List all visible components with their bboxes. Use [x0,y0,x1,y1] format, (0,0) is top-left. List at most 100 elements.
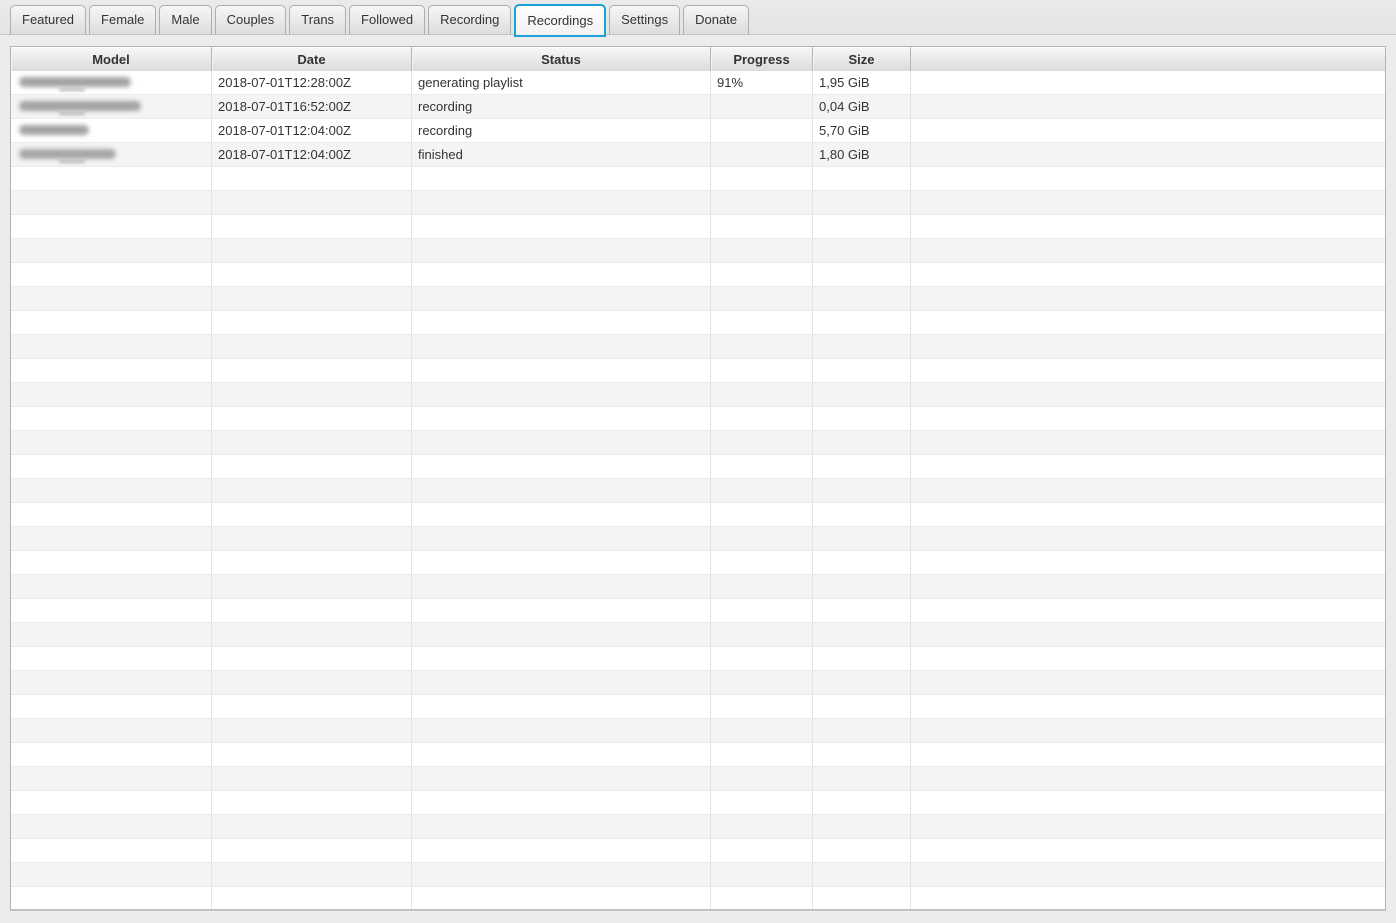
empty-cell [711,719,813,743]
empty-cell [911,671,1385,695]
tab-recordings[interactable]: Recordings [514,4,607,37]
empty-cell [911,647,1385,671]
empty-cell [813,887,911,909]
status-cell: generating playlist [412,71,711,95]
empty-cell [212,167,412,191]
empty-cell [911,863,1385,887]
empty-cell [212,479,412,503]
redacted-model-name [19,77,131,87]
empty-cell [412,287,711,311]
empty-cell [911,527,1385,551]
empty-cell [412,359,711,383]
empty-cell [813,551,911,575]
empty-cell [412,503,711,527]
tab-bar: Featured Female Male Couples Trans Followed Re… [0,0,1396,37]
empty-cell [11,311,212,335]
empty-cell [11,431,212,455]
tab-female[interactable]: Female [89,5,157,35]
empty-cell [911,287,1385,311]
redacted-model-name-smudge [59,88,85,91]
empty-cell [412,599,711,623]
tab-recording[interactable]: Recording [428,5,512,35]
empty-cell [813,815,911,839]
empty-cell [813,431,911,455]
tab-label: Recording [440,12,500,27]
empty-cell [813,263,911,287]
empty-cell [911,407,1385,431]
tab-label: Couples [226,12,275,27]
column-header-label: Date [297,51,326,67]
table-row[interactable]: 2018-07-01T16:52:00Z recording 0,04 GiB [11,95,1385,119]
empty-cell [911,743,1385,767]
empty-cell [412,719,711,743]
status-cell: finished [412,143,711,167]
empty-cell [412,335,711,359]
empty-cell [911,335,1385,359]
empty-row [11,575,1385,599]
column-header-model[interactable]: Model [11,47,212,71]
progress-cell [711,119,813,143]
tab-trans[interactable]: Trans [289,5,347,35]
empty-cell [711,743,813,767]
empty-cell [11,551,212,575]
empty-cell [11,815,212,839]
empty-row [11,623,1385,647]
empty-cell [813,671,911,695]
tab-settings[interactable]: Settings [609,5,681,35]
empty-cell [11,527,212,551]
tab-label: Settings [621,12,669,27]
size-cell: 0,04 GiB [813,95,911,119]
tab-followed[interactable]: Followed [349,5,426,35]
empty-cell [711,359,813,383]
empty-cell [813,695,911,719]
column-header-date[interactable]: Date [212,47,412,71]
empty-cell [11,791,212,815]
column-header-status[interactable]: Status [412,47,711,71]
empty-cell [813,527,911,551]
tab-male[interactable]: Male [159,5,212,35]
empty-cell [11,239,212,263]
column-header-filler [911,47,1385,71]
empty-cell [11,383,212,407]
empty-cell [911,695,1385,719]
table-body: 2018-07-01T12:28:00Z generating playlist 9… [11,71,1385,909]
empty-cell [11,839,212,863]
empty-cell [911,479,1385,503]
empty-cell [813,503,911,527]
empty-cell [711,455,813,479]
empty-cell [11,623,212,647]
empty-cell [212,815,412,839]
empty-row [11,239,1385,263]
empty-cell [212,239,412,263]
tab-couples[interactable]: Couples [214,5,287,35]
table-row[interactable]: 2018-07-01T12:28:00Z generating playlist 9… [11,71,1385,95]
empty-cell [711,263,813,287]
empty-row [11,815,1385,839]
empty-cell [911,887,1385,909]
table-row[interactable]: 2018-07-01T12:04:00Z finished 1,80 GiB [11,143,1385,167]
empty-row [11,263,1385,287]
table-row[interactable]: 2018-07-01T12:04:00Z recording 5,70 GiB [11,119,1385,143]
empty-cell [711,887,813,909]
tab-featured[interactable]: Featured [10,5,87,35]
empty-cell [412,167,711,191]
empty-cell [412,551,711,575]
empty-cell [212,431,412,455]
size-cell: 1,80 GiB [813,143,911,167]
empty-cell [911,167,1385,191]
empty-cell [412,215,711,239]
empty-row [11,383,1385,407]
empty-cell [711,767,813,791]
empty-row [11,695,1385,719]
empty-cell [711,239,813,263]
empty-cell [11,887,212,909]
tab-donate[interactable]: Donate [683,5,750,35]
empty-cell [11,743,212,767]
empty-cell [813,191,911,215]
empty-row [11,479,1385,503]
empty-cell [911,719,1385,743]
empty-cell [711,695,813,719]
column-header-size[interactable]: Size [813,47,911,71]
column-header-progress[interactable]: Progress [711,47,813,71]
empty-cell [212,839,412,863]
